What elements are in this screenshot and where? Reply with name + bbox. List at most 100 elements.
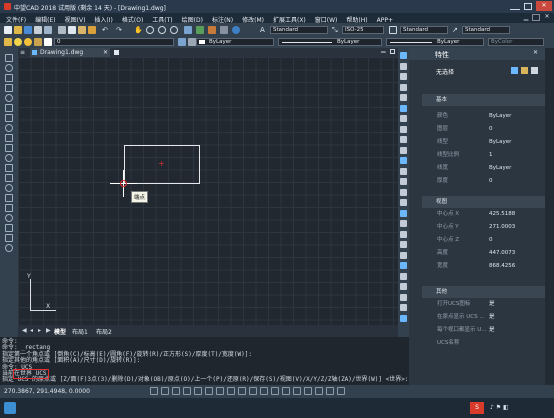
tab-model[interactable]: 模型 (54, 327, 66, 336)
modify-tool-icon[interactable] (399, 52, 407, 59)
layer-previous-icon[interactable] (188, 38, 196, 46)
modify-tool-icon[interactable] (399, 304, 407, 311)
tab-nav-next-icon[interactable]: ▸ (38, 327, 41, 334)
undo-icon[interactable]: ↶ (102, 26, 110, 34)
modify-tool-icon[interactable] (399, 251, 407, 259)
property-row[interactable]: 每个视口都显示 U... 是 (409, 324, 545, 336)
zoom-window-icon[interactable] (158, 26, 166, 34)
modify-tool-icon[interactable] (399, 209, 407, 217)
add-selected-icon[interactable] (5, 244, 13, 252)
property-row[interactable]: 高度 447.0073 (409, 247, 545, 259)
make-current-layer-icon[interactable] (178, 38, 186, 46)
modify-tool-icon[interactable] (399, 83, 407, 91)
ime-icon[interactable]: S (470, 402, 484, 414)
status-toggle-icon[interactable] (161, 387, 169, 395)
start-button[interactable] (4, 402, 16, 414)
status-toggle-icon[interactable] (315, 387, 323, 395)
status-toggle-icon[interactable] (227, 387, 235, 395)
select-objects-icon[interactable] (521, 67, 528, 74)
print-icon[interactable] (34, 26, 42, 34)
property-row[interactable]: 中心点 Y 271.0003 (409, 221, 545, 233)
new-file-icon[interactable] (4, 26, 12, 34)
modify-tool-icon[interactable] (399, 272, 407, 280)
modify-tool-icon[interactable] (399, 157, 407, 164)
property-row[interactable]: 中心点 Z 0 (409, 234, 545, 246)
status-toggle-icon[interactable] (205, 387, 213, 395)
plotstyle-select[interactable]: ByColor (488, 38, 544, 46)
line-icon[interactable] (5, 54, 13, 62)
modify-tool-icon[interactable] (399, 125, 407, 133)
modify-tool-icon[interactable] (399, 262, 407, 269)
tab-nav-first-icon[interactable]: ◀ (22, 327, 27, 334)
save-icon[interactable] (24, 26, 32, 34)
property-row[interactable]: 打开UCS图标 是 (409, 298, 545, 310)
open-file-icon[interactable] (14, 26, 22, 34)
circle-icon[interactable] (5, 114, 13, 122)
cut-icon[interactable] (58, 26, 66, 34)
close-button[interactable]: ✕ (536, 1, 552, 11)
modify-tool-icon[interactable] (399, 293, 407, 301)
tab-list-icon[interactable]: ≡ (20, 49, 25, 56)
modify-tool-icon[interactable] (399, 136, 407, 143)
ellipse-icon[interactable] (5, 144, 13, 152)
quick-select-icon[interactable] (531, 67, 538, 74)
property-row[interactable]: 线型 ByLayer (409, 136, 545, 148)
table-icon[interactable] (5, 224, 13, 232)
point-icon[interactable] (5, 184, 13, 192)
tab-close-icon[interactable]: ✕ (103, 48, 108, 57)
property-row[interactable]: 中心点 X 425.5188 (409, 208, 545, 220)
lock-icon[interactable] (34, 38, 42, 46)
region-icon[interactable] (5, 214, 13, 222)
tab-layout2[interactable]: 布局2 (96, 327, 112, 336)
drawing-canvas[interactable]: + 端点 Y X (18, 57, 398, 325)
modify-tool-icon[interactable] (399, 230, 407, 238)
modify-tool-icon[interactable] (399, 94, 407, 101)
color-select[interactable]: ByLayer (196, 38, 274, 46)
modify-tool-icon[interactable] (399, 167, 407, 175)
gradient-icon[interactable] (5, 204, 13, 212)
menu-restore-icon[interactable] (532, 14, 540, 21)
property-row[interactable]: 厚度 0 (409, 175, 545, 187)
polygon-icon[interactable] (5, 84, 13, 92)
copy-icon[interactable] (68, 26, 76, 34)
property-row[interactable]: UCS名称 (409, 337, 545, 349)
section-view[interactable]: 视图 (422, 196, 550, 208)
modify-tool-icon[interactable] (399, 283, 407, 290)
minimize-button[interactable] (510, 2, 520, 10)
canvas-minimize-icon[interactable]: ▁ (381, 46, 386, 53)
hatch-icon[interactable] (5, 194, 13, 202)
match-prop-icon[interactable] (88, 26, 96, 34)
modify-tool-icon[interactable] (399, 115, 407, 122)
mleader-style-select[interactable]: Standard (462, 26, 510, 34)
layer-color-icon[interactable] (44, 38, 52, 46)
command-window[interactable]: 命令: 命令: _rectang 指定第一个角点或 [倒角(C)/标高(E)/圆角(… (0, 337, 409, 385)
dim-style-select[interactable]: ISO-25 (342, 26, 384, 34)
text-style-select[interactable]: Standard (270, 26, 328, 34)
tool-palette-icon[interactable] (208, 26, 216, 34)
modify-tool-icon[interactable] (399, 199, 407, 206)
status-toggle-icon[interactable] (337, 387, 345, 395)
menu-minimize-icon[interactable]: ▁ (522, 14, 530, 21)
modify-tool-icon[interactable] (399, 314, 407, 322)
modify-tool-icon[interactable] (399, 188, 407, 196)
status-toggle-icon[interactable] (150, 387, 158, 395)
status-toggle-icon[interactable] (238, 387, 246, 395)
tab-nav-prev-icon[interactable]: ◂ (30, 327, 33, 334)
status-toggle-icon[interactable] (172, 387, 180, 395)
modify-tool-icon[interactable] (399, 146, 407, 154)
rectangle-icon[interactable] (5, 94, 13, 102)
status-toggle-icon[interactable] (260, 387, 268, 395)
property-row[interactable]: 宽度 868.4256 (409, 260, 545, 272)
zoom-realtime-icon[interactable] (146, 26, 154, 34)
sun-icon[interactable] (24, 38, 32, 46)
property-row[interactable]: 在原点显示 UCS ... 是 (409, 311, 545, 323)
paste-icon[interactable] (78, 26, 86, 34)
arc-icon[interactable] (5, 104, 13, 112)
table-style-select[interactable]: Standard (400, 26, 448, 34)
help-icon[interactable] (232, 26, 240, 34)
construction-line-icon[interactable] (5, 64, 13, 72)
canvas-restore-icon[interactable] (390, 49, 395, 54)
redo-icon[interactable]: ↷ (116, 26, 124, 34)
properties-scrollbar[interactable] (545, 48, 554, 385)
toggle-pickadd-icon[interactable] (511, 67, 518, 74)
